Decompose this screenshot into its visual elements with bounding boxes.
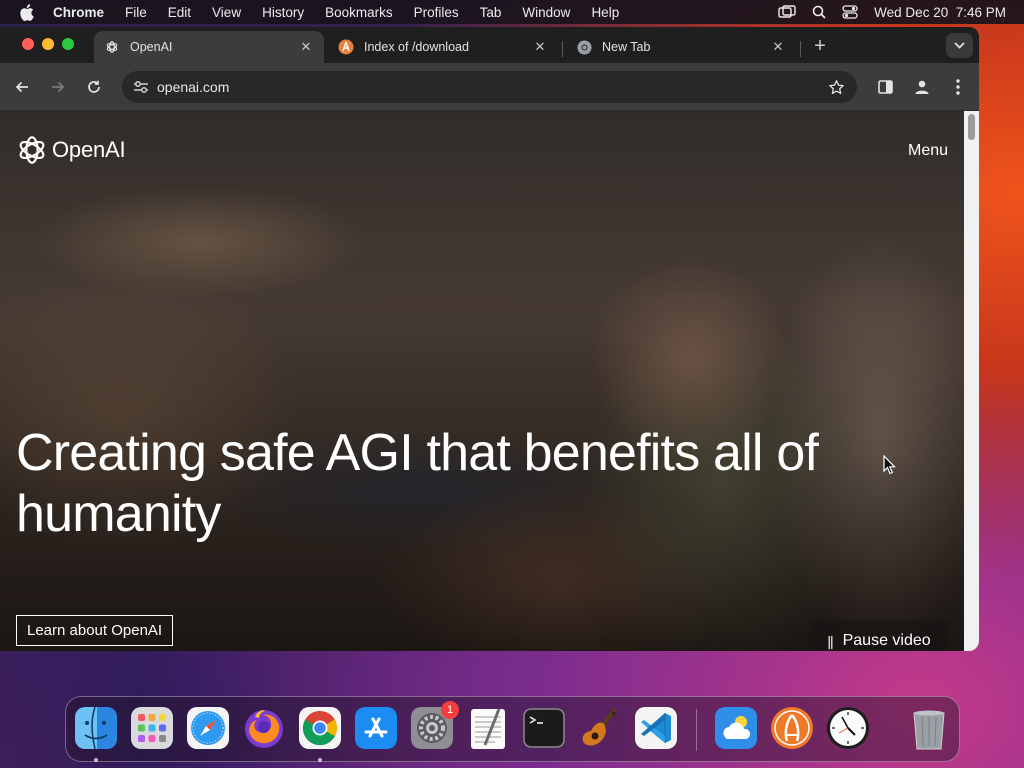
dock-running-indicator bbox=[94, 758, 98, 762]
tab-new-tab[interactable]: New Tab ✕ bbox=[566, 31, 796, 63]
tab-search-button[interactable] bbox=[946, 33, 973, 58]
dock-launchpad-icon[interactable] bbox=[129, 705, 175, 751]
tab-title: New Tab bbox=[602, 40, 651, 54]
spotlight-search-icon[interactable] bbox=[812, 5, 826, 19]
close-window-button[interactable] bbox=[22, 38, 34, 50]
site-info-icon[interactable] bbox=[126, 80, 156, 94]
tab-openai[interactable]: OpenAI ✕ bbox=[94, 31, 324, 63]
pause-video-button[interactable]: || Pause video bbox=[810, 620, 948, 651]
pause-icon: || bbox=[827, 632, 833, 649]
pause-video-label: Pause video bbox=[842, 631, 931, 649]
download-site-favicon-icon bbox=[338, 39, 354, 55]
learn-about-openai-button[interactable]: Learn about OpenAI bbox=[16, 615, 174, 646]
dock: 1 bbox=[65, 696, 960, 762]
close-tab-icon[interactable]: ✕ bbox=[298, 39, 314, 55]
forward-arrow-icon bbox=[52, 81, 65, 93]
chrome-favicon-icon bbox=[576, 39, 592, 55]
bookmark-star-icon[interactable] bbox=[821, 79, 851, 96]
openai-favicon-icon bbox=[104, 39, 120, 55]
side-panel-button[interactable] bbox=[874, 76, 896, 98]
more-vertical-icon bbox=[956, 79, 960, 95]
menu-history[interactable]: History bbox=[262, 5, 304, 20]
close-tab-icon[interactable]: ✕ bbox=[532, 39, 548, 55]
chrome-menu-button[interactable] bbox=[947, 76, 969, 98]
back-button[interactable] bbox=[11, 76, 33, 98]
menu-bookmarks[interactable]: Bookmarks bbox=[325, 5, 393, 20]
tab-index-download[interactable]: Index of /download ✕ bbox=[328, 31, 558, 63]
dock-terminal-icon[interactable] bbox=[521, 705, 567, 751]
tab-title: OpenAI bbox=[130, 40, 173, 54]
scrollbar-thumb[interactable] bbox=[968, 114, 975, 140]
control-center-icon[interactable] bbox=[842, 5, 858, 19]
maximize-window-button[interactable] bbox=[62, 38, 74, 50]
dock-clock-icon[interactable] bbox=[825, 705, 871, 751]
hero-headline: Creating safe AGI that benefits all of h… bbox=[16, 424, 819, 543]
menu-help[interactable]: Help bbox=[591, 5, 619, 20]
dock-finder-icon[interactable] bbox=[73, 705, 119, 751]
browser-toolbar: openai.com bbox=[0, 63, 979, 111]
dock-trash-icon[interactable] bbox=[906, 705, 952, 751]
url-text[interactable]: openai.com bbox=[157, 79, 821, 95]
dock-safari-icon[interactable] bbox=[185, 705, 231, 751]
dock-textedit-icon[interactable] bbox=[465, 705, 511, 751]
tab-separator bbox=[800, 41, 801, 57]
mouse-pointer-icon bbox=[883, 454, 896, 480]
browser-window: OpenAI ✕ Index of /download ✕ New Tab ✕ … bbox=[0, 27, 979, 651]
menu-tab[interactable]: Tab bbox=[480, 5, 502, 20]
menu-profiles[interactable]: Profiles bbox=[414, 5, 459, 20]
profile-button[interactable] bbox=[911, 76, 933, 98]
screen-mirroring-icon[interactable] bbox=[778, 5, 796, 19]
tab-title: Index of /download bbox=[364, 40, 469, 54]
dock-chrome-icon[interactable] bbox=[297, 705, 343, 751]
reload-icon bbox=[88, 80, 100, 93]
dock-running-indicator bbox=[318, 758, 322, 762]
back-arrow-icon bbox=[15, 81, 28, 93]
menu-app-chrome[interactable]: Chrome bbox=[53, 5, 104, 20]
openai-logo-icon bbox=[19, 136, 45, 164]
hero-video-background bbox=[0, 111, 964, 651]
apple-menu-icon[interactable] bbox=[19, 3, 35, 21]
tab-separator bbox=[562, 41, 563, 57]
menu-window[interactable]: Window bbox=[522, 5, 570, 20]
new-tab-button[interactable]: + bbox=[809, 36, 831, 58]
dock-vscode-icon[interactable] bbox=[633, 705, 679, 751]
side-panel-icon bbox=[877, 80, 893, 94]
reload-button[interactable] bbox=[83, 76, 105, 98]
dock-anaconda-icon[interactable] bbox=[769, 705, 815, 751]
tab-strip: OpenAI ✕ Index of /download ✕ New Tab ✕ … bbox=[0, 27, 979, 63]
menubar-clock[interactable]: Wed Dec 20 7:46 PM bbox=[874, 5, 1006, 20]
menu-file[interactable]: File bbox=[125, 5, 147, 20]
logo-text: OpenAI bbox=[52, 137, 126, 162]
menu-edit[interactable]: Edit bbox=[168, 5, 191, 20]
close-tab-icon[interactable]: ✕ bbox=[770, 39, 786, 55]
menu-view[interactable]: View bbox=[212, 5, 241, 20]
dock-app-store-icon[interactable] bbox=[353, 705, 399, 751]
window-controls bbox=[22, 38, 74, 50]
chevron-down-icon bbox=[954, 42, 965, 49]
openai-logo[interactable]: OpenAI bbox=[16, 134, 126, 166]
dock-garageband-icon[interactable] bbox=[577, 705, 623, 751]
menu-bar: Chrome File Edit View History Bookmarks … bbox=[0, 0, 1024, 24]
site-menu-button[interactable]: Menu bbox=[908, 142, 948, 160]
page-scrollbar[interactable] bbox=[964, 111, 979, 651]
dock-firefox-icon[interactable] bbox=[241, 705, 287, 751]
minimize-window-button[interactable] bbox=[42, 38, 54, 50]
dock-weather-icon[interactable] bbox=[713, 705, 759, 751]
dock-separator bbox=[696, 709, 697, 751]
page-viewport: OpenAI Menu Creating safe AGI that benef… bbox=[0, 111, 964, 651]
address-bar[interactable]: openai.com bbox=[122, 71, 857, 103]
profile-icon bbox=[915, 80, 929, 94]
dock-system-settings-icon[interactable]: 1 bbox=[409, 701, 459, 751]
forward-button[interactable] bbox=[47, 76, 69, 98]
notification-badge: 1 bbox=[441, 701, 459, 719]
